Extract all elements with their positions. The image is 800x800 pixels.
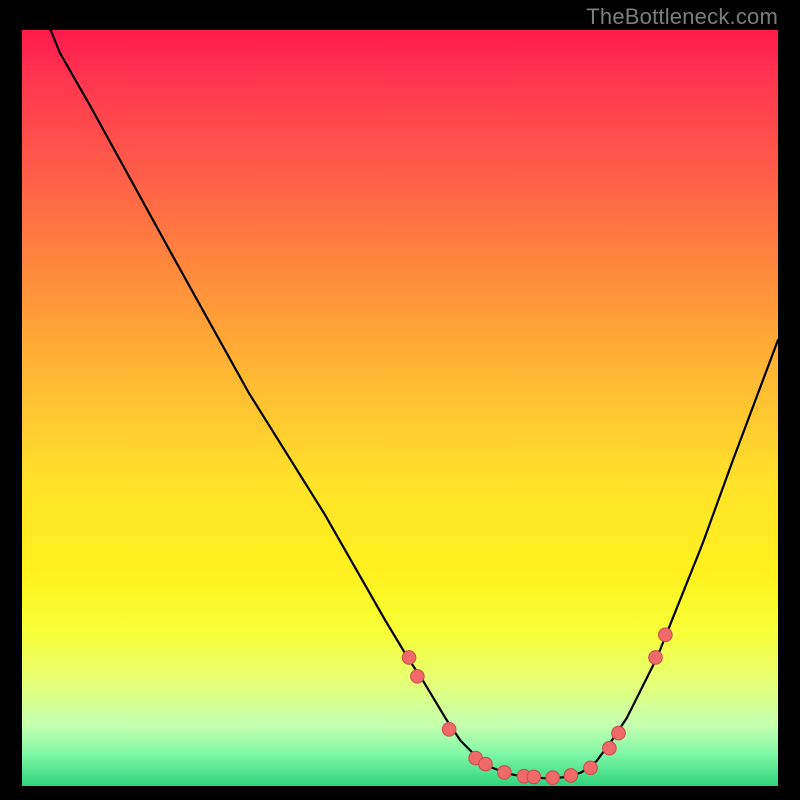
data-point [649, 651, 663, 665]
data-point [402, 651, 416, 665]
data-point [479, 757, 493, 771]
data-point [564, 769, 578, 783]
data-point [411, 670, 425, 684]
data-point [442, 723, 456, 737]
data-point [659, 628, 673, 642]
data-point [603, 741, 617, 755]
data-point [527, 770, 541, 784]
chart-overlay [22, 30, 778, 786]
data-point [498, 766, 512, 780]
chart-stage: TheBottleneck.com [0, 0, 800, 800]
data-point [612, 726, 626, 740]
attribution-text: TheBottleneck.com [586, 4, 778, 30]
data-point [584, 761, 598, 775]
data-point [546, 771, 560, 785]
